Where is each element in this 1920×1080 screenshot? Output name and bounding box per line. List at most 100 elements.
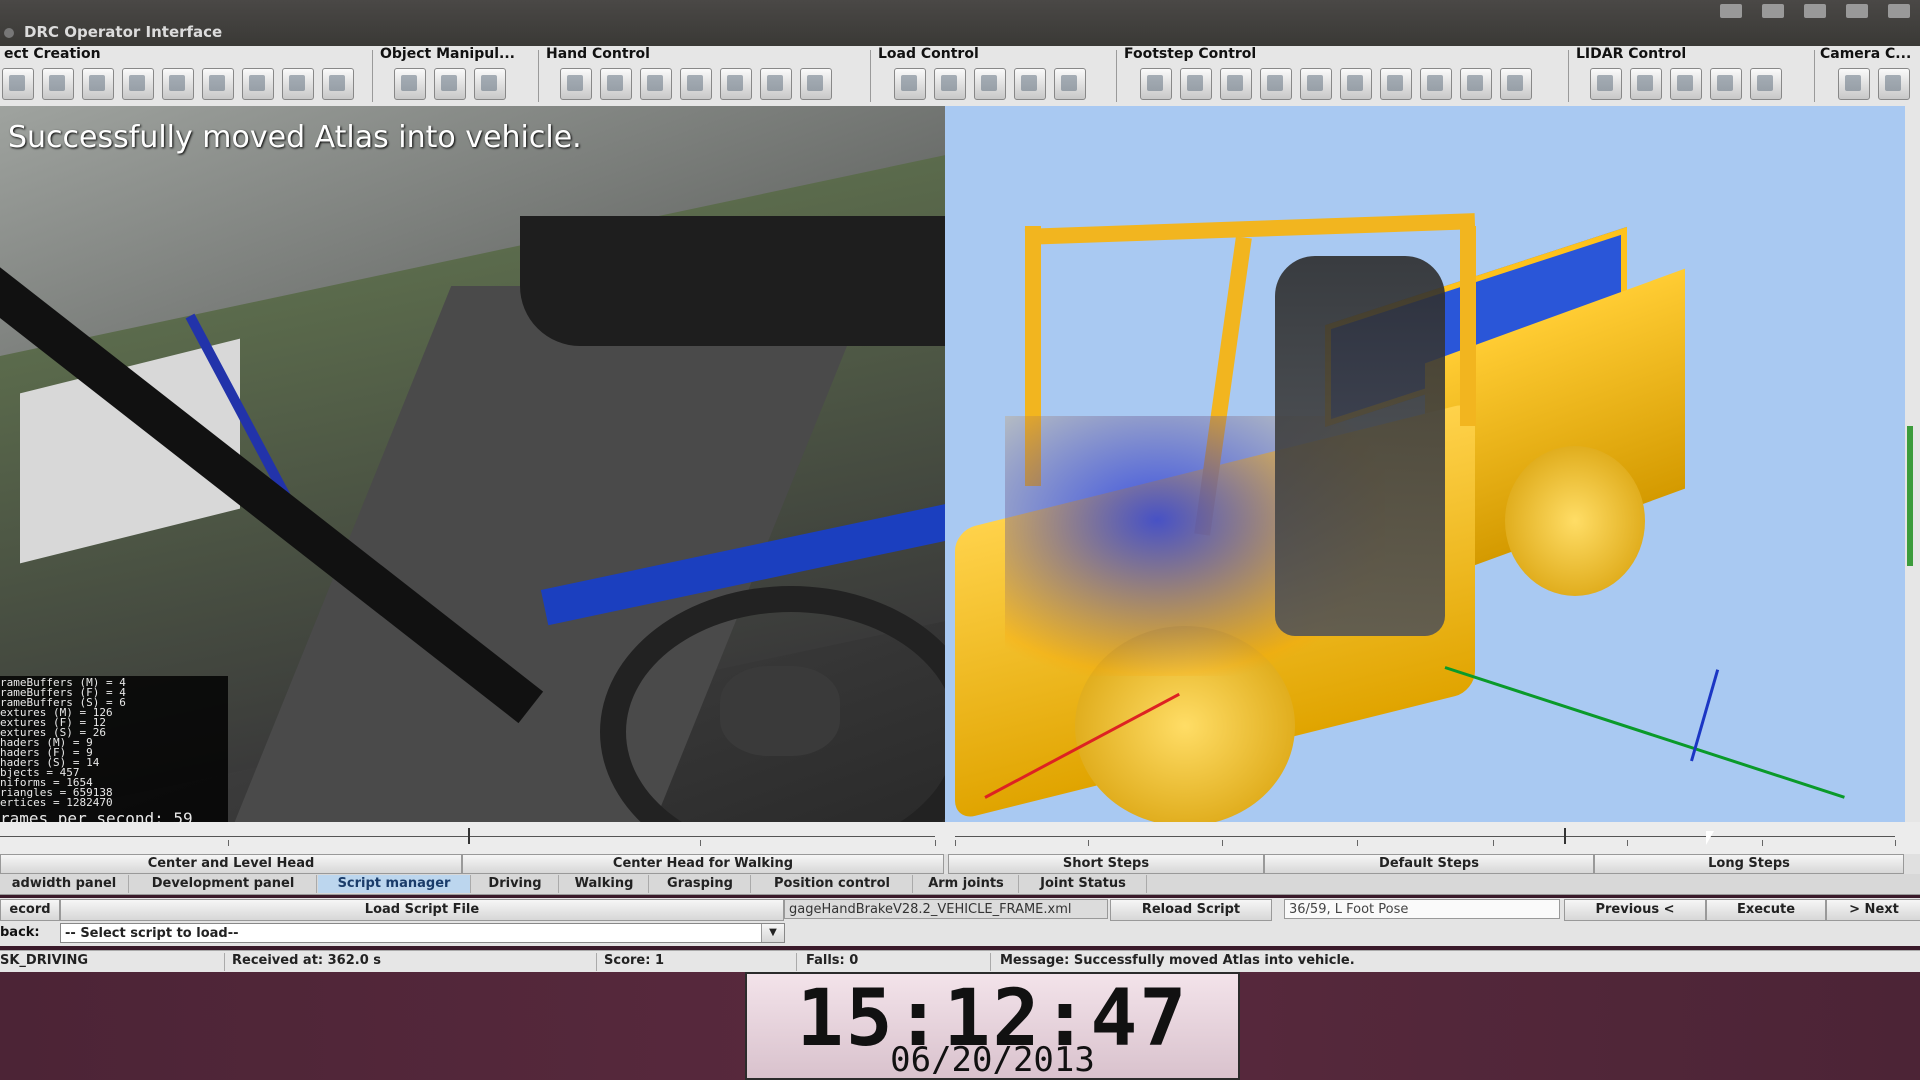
score-status: Score: 1 <box>604 953 664 968</box>
script-file-field[interactable]: gageHandBrakeV28.2_VEHICLE_FRAME.xml <box>784 899 1108 919</box>
center-level-head-button[interactable]: Center and Level Head <box>0 854 462 874</box>
update-icon[interactable] <box>162 68 194 100</box>
display-icon[interactable] <box>1710 68 1742 100</box>
long-steps-button[interactable]: Long Steps <box>1594 854 1904 874</box>
footstep-control-group: Footstep Control <box>1120 46 1570 106</box>
camera-icon[interactable] <box>1878 68 1910 100</box>
chevron-down-icon[interactable]: ▼ <box>761 924 784 942</box>
execute-button[interactable]: Execute <box>1706 899 1826 921</box>
tab-script-manager[interactable]: Script manager <box>318 875 471 893</box>
tab-grasping[interactable]: Grasping <box>650 875 751 893</box>
crosshair-icon[interactable] <box>322 68 354 100</box>
window-menu-icon[interactable] <box>4 28 14 38</box>
step-slider-track[interactable] <box>955 836 1895 837</box>
arc-icon[interactable] <box>1460 68 1492 100</box>
grid-icon[interactable] <box>82 68 114 100</box>
clock-overlay: 15:12:47 06/20/2013 <box>745 972 1240 1080</box>
foot-icon[interactable] <box>1220 68 1252 100</box>
foot-icon[interactable] <box>1340 68 1372 100</box>
scroll-thumb[interactable] <box>1907 426 1913 566</box>
load-icon[interactable] <box>974 68 1006 100</box>
box-icon[interactable] <box>242 68 274 100</box>
step-slider-knob[interactable] <box>1564 828 1566 844</box>
hand-control-group: Hand Control <box>542 46 842 106</box>
close-icon[interactable] <box>600 68 632 100</box>
network-icon[interactable] <box>1762 4 1784 18</box>
group-title: Camera C... <box>1820 46 1912 62</box>
message-status: Message: Successfully moved Atlas into v… <box>1000 953 1355 968</box>
group-title: Object Manipul... <box>380 46 515 62</box>
reload-script-button[interactable]: Reload Script <box>1110 899 1272 921</box>
default-steps-button[interactable]: Default Steps <box>1264 854 1594 874</box>
camera-control-group: Camera C... <box>1816 46 1920 106</box>
tab-arm-joints[interactable]: Arm joints <box>914 875 1019 893</box>
view-scrollbar[interactable] <box>1905 106 1920 822</box>
blank-icon[interactable] <box>720 68 752 100</box>
head-slider-knob[interactable] <box>468 828 470 844</box>
tab-position-control[interactable]: Position control <box>752 875 913 893</box>
record-button[interactable]: ecord <box>0 899 60 921</box>
stat-line: riangles = 659138 <box>0 788 113 798</box>
eye-icon[interactable] <box>1838 68 1870 100</box>
script-select[interactable]: -- Select script to load-- ▼ <box>60 923 785 943</box>
scatter-icon[interactable] <box>1300 68 1332 100</box>
object-icon[interactable] <box>2 68 34 100</box>
foot-icon[interactable] <box>1260 68 1292 100</box>
tab-walking[interactable]: Walking <box>560 875 649 893</box>
center-head-walking-button[interactable]: Center Head for Walking <box>462 854 944 874</box>
tab-development-panel[interactable]: Development panel <box>130 875 317 893</box>
foot-icon[interactable] <box>1140 68 1172 100</box>
place-icon[interactable] <box>800 68 832 100</box>
stat-line: extures (M) = 126 <box>0 708 113 718</box>
home-icon[interactable] <box>680 68 712 100</box>
tab-bandwidth-panel[interactable]: adwidth panel <box>0 875 129 893</box>
stat-line: rameBuffers (F) = 4 <box>0 688 126 698</box>
display-icon[interactable] <box>1670 68 1702 100</box>
vehicle-icon[interactable] <box>122 68 154 100</box>
load-icon[interactable] <box>934 68 966 100</box>
pose-field[interactable]: 36/59, L Foot Pose <box>1284 899 1560 919</box>
group-title: Hand Control <box>546 46 650 62</box>
bluetooth-icon[interactable] <box>1846 4 1868 18</box>
view-message: Successfully moved Atlas into vehicle. <box>8 120 582 155</box>
next-button[interactable]: > Next <box>1826 899 1920 921</box>
load-icon[interactable] <box>894 68 926 100</box>
close-icon[interactable] <box>760 68 792 100</box>
blind-icon[interactable] <box>1500 68 1532 100</box>
axis-y <box>1444 666 1845 799</box>
window-title: DRC Operator Interface <box>24 23 223 41</box>
previous-button[interactable]: Previous < <box>1564 899 1706 921</box>
enable-icon[interactable] <box>1590 68 1622 100</box>
align-icon[interactable] <box>474 68 506 100</box>
group-title: ect Creation <box>4 46 101 62</box>
place-icon[interactable] <box>560 68 592 100</box>
load-script-button[interactable]: Load Script File <box>60 899 784 921</box>
cross-icon[interactable] <box>1380 68 1412 100</box>
keyboard-icon[interactable] <box>1720 4 1742 18</box>
transfer-icon[interactable] <box>1888 4 1910 18</box>
clear-icon[interactable] <box>1630 68 1662 100</box>
select-icon[interactable] <box>394 68 426 100</box>
status-bar: SK_DRIVING Received at: 362.0 s Score: 1… <box>0 950 1920 973</box>
tab-joint-status[interactable]: Joint Status <box>1020 875 1147 893</box>
cube-icon[interactable] <box>42 68 74 100</box>
rotate-icon[interactable] <box>434 68 466 100</box>
load-icon[interactable] <box>1054 68 1086 100</box>
ring-icon[interactable] <box>202 68 234 100</box>
black-icon[interactable] <box>1750 68 1782 100</box>
short-steps-button[interactable]: Short Steps <box>948 854 1264 874</box>
panel-tabs: adwidth panel Development panel Script m… <box>0 874 1920 895</box>
mail-icon[interactable] <box>1804 4 1826 18</box>
load-icon[interactable] <box>1014 68 1046 100</box>
camera-view[interactable]: Successfully moved Atlas into vehicle. r… <box>0 106 945 822</box>
tab-driving[interactable]: Driving <box>472 875 559 893</box>
snap-icon[interactable] <box>1420 68 1452 100</box>
tool-icon[interactable] <box>282 68 314 100</box>
blank-icon[interactable] <box>640 68 672 100</box>
stat-line: haders (M) = 9 <box>0 738 93 748</box>
title-bar: DRC Operator Interface <box>0 0 1920 46</box>
foot-icon[interactable] <box>1180 68 1212 100</box>
3d-view[interactable] <box>945 106 1905 822</box>
stat-line: niforms = 1654 <box>0 778 93 788</box>
load-control-group: Load Control <box>874 46 1114 106</box>
